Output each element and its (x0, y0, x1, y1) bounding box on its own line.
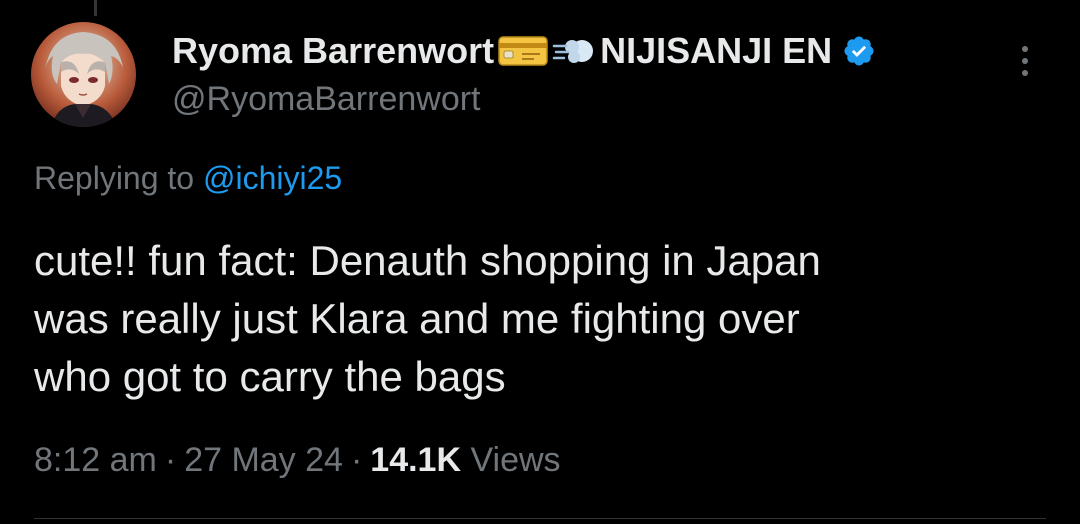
author-name-row: Ryoma Barrenwort NIJISANJI EN (172, 28, 990, 74)
tweet-text: cute!! fun fact: Denauth shopping in Jap… (34, 237, 821, 400)
meta-separator: · (164, 441, 177, 479)
author-affiliation: NIJISANJI EN (600, 30, 833, 71)
tweet-header: Ryoma Barrenwort NIJISANJI EN @RyomaBarr… (172, 28, 990, 119)
author-display-name[interactable]: Ryoma Barrenwort (172, 30, 494, 72)
meta-separator: · (350, 441, 363, 479)
dashing-away-emoji-icon (552, 34, 596, 68)
replying-to-handle-link[interactable]: @ichiyi25 (203, 160, 342, 196)
avatar-image (31, 22, 136, 127)
more-options-icon[interactable] (1013, 46, 1037, 86)
avatar[interactable] (31, 22, 136, 127)
divider (34, 518, 1046, 519)
thread-connector-line (94, 0, 97, 16)
replying-to-line: Replying to @ichiyi25 (34, 160, 342, 197)
views-count[interactable]: 14.1K (370, 441, 461, 479)
views-label: Views (470, 441, 561, 479)
tweet-time-link[interactable]: 8:12 am (34, 441, 157, 479)
tweet-metadata: 8:12 am · 27 May 24 · 14.1K Views (34, 441, 561, 480)
author-handle[interactable]: @RyomaBarrenwort (172, 80, 990, 119)
credit-card-emoji-icon (498, 34, 548, 68)
replying-to-prefix: Replying to (34, 160, 195, 196)
tweet-date-link[interactable]: 27 May 24 (184, 441, 343, 479)
verified-badge-icon[interactable] (842, 34, 876, 68)
